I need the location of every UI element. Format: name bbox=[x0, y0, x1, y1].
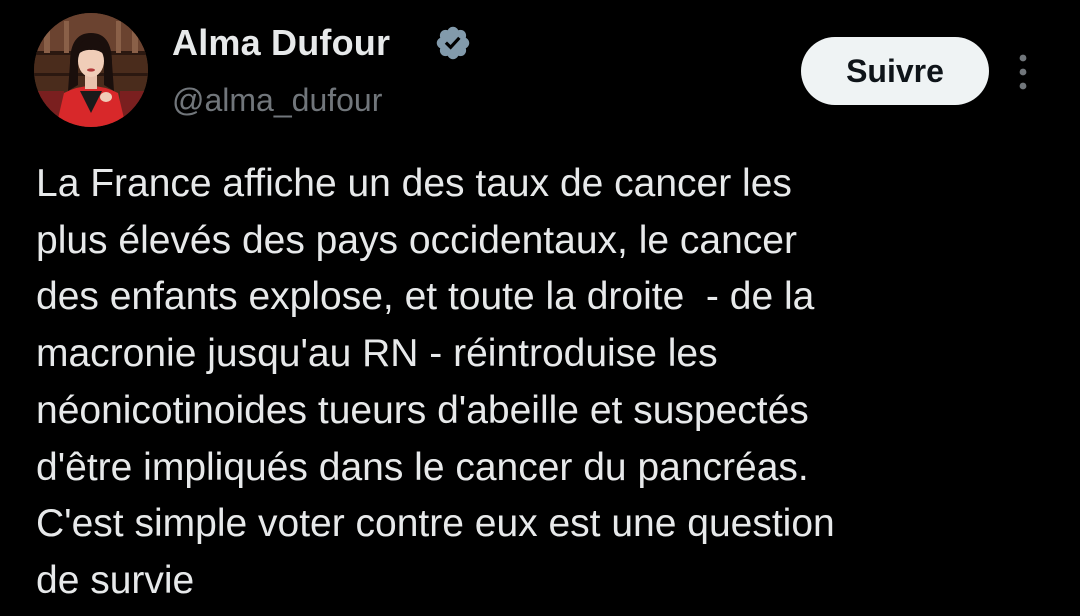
avatar-image bbox=[34, 13, 148, 127]
more-options-icon[interactable] bbox=[1010, 51, 1036, 93]
post-text-line: néonicotinoides tueurs d'abeille et susp… bbox=[36, 388, 809, 432]
post-text-line: des enfants explose, et toute la droite … bbox=[36, 275, 815, 319]
follow-button[interactable]: Suivre bbox=[801, 37, 989, 105]
avatar[interactable] bbox=[34, 13, 148, 127]
post-text-line: macronie jusqu'au RN - réintroduise les bbox=[36, 332, 718, 376]
post: Alma Dufour @alma_dufour Suivre La Franc… bbox=[0, 0, 1080, 616]
post-text: La France affiche un des taux de cancer … bbox=[36, 156, 1056, 610]
author-name[interactable]: Alma Dufour bbox=[172, 22, 390, 64]
post-text-line: de survie bbox=[36, 558, 195, 602]
post-text-line: d'être impliqués dans le cancer du pancr… bbox=[36, 445, 809, 489]
author-handle[interactable]: @alma_dufour bbox=[172, 82, 382, 119]
post-text-line: plus élevés des pays occidentaux, le can… bbox=[36, 218, 797, 262]
post-text-line: La France affiche un des taux de cancer … bbox=[36, 162, 792, 205]
verified-badge-icon bbox=[434, 24, 472, 62]
post-text-line: C'est simple voter contre eux est une qu… bbox=[36, 502, 835, 546]
